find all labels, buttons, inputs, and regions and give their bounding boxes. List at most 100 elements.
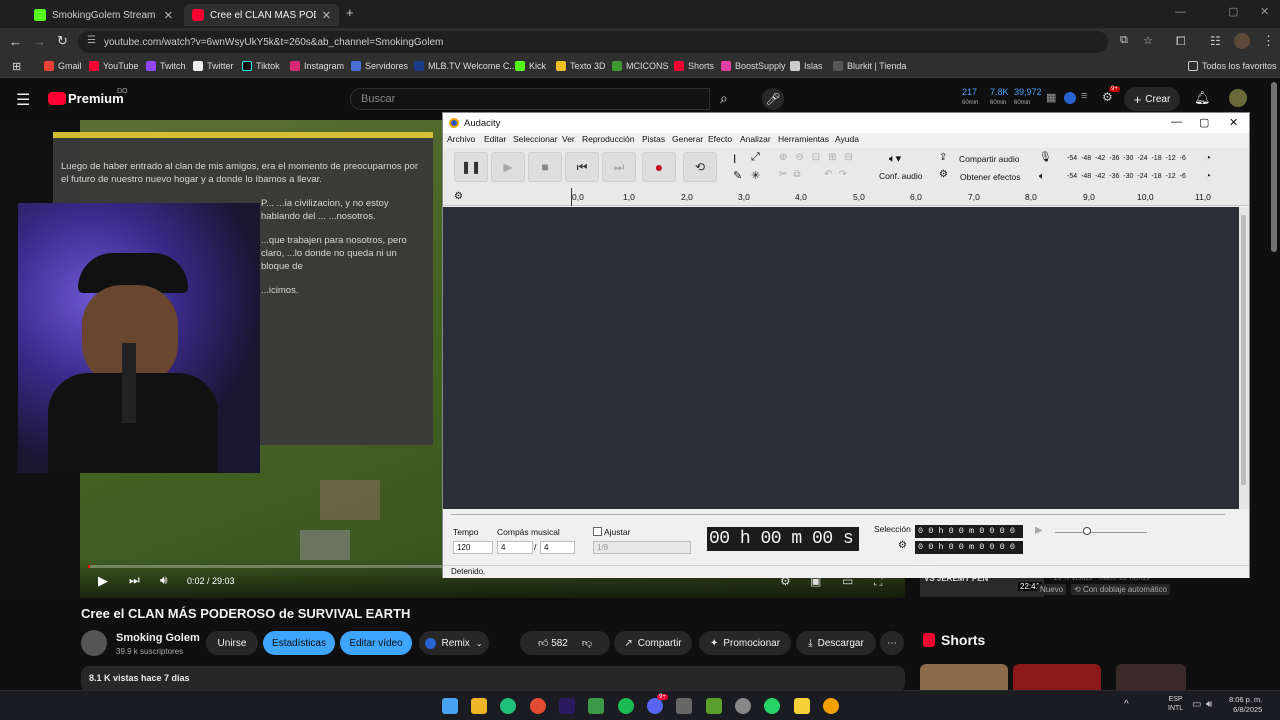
volume-icon[interactable]: 🔊︎: [1206, 699, 1212, 710]
bookmark-gmail[interactable]: Gmail: [44, 61, 82, 71]
pause-button[interactable]: ❚❚: [454, 152, 488, 182]
play-at-speed-icon[interactable]: ▶: [1035, 525, 1043, 536]
list-icon[interactable]: ≡: [1081, 90, 1087, 102]
menu-ayuda[interactable]: Ayuda: [835, 134, 859, 144]
language-indicator[interactable]: ESP INTL: [1168, 695, 1183, 713]
meter-options-icon[interactable]: ◔: [1205, 153, 1211, 164]
bookmark-tiktok[interactable]: Tiktok: [242, 61, 280, 71]
dislike-icon[interactable]: 👎︎: [582, 637, 592, 649]
envelope-tool-icon[interactable]: ⤢: [751, 151, 760, 164]
time-display[interactable]: 00 h 00 m 00 s: [707, 527, 859, 551]
whatsapp-icon[interactable]: [764, 698, 780, 714]
horizontal-scrollbar[interactable]: [451, 514, 1225, 515]
close-window-icon[interactable]: ✕: [1260, 5, 1269, 18]
like-icon[interactable]: 👍︎: [538, 637, 548, 649]
close-tab-icon[interactable]: ✕: [164, 9, 173, 22]
snap-checkbox[interactable]: [593, 527, 602, 536]
maximize-icon[interactable]: ▢: [1228, 5, 1238, 18]
tab-search-icon[interactable]: ☷: [1210, 34, 1221, 48]
audacity-taskbar-icon[interactable]: [823, 698, 839, 714]
selection-start[interactable]: 0 0 h 0 0 m 0 0 0 0 0 s: [915, 525, 1023, 549]
settings-icon[interactable]: [735, 698, 751, 714]
selection-tool-icon[interactable]: I: [733, 152, 736, 166]
edit-video-button[interactable]: Editar vídeo: [340, 631, 412, 655]
bookmark-blurkit[interactable]: Blurkit | Tienda: [833, 61, 906, 71]
close-tab-icon[interactable]: ✕: [322, 9, 331, 22]
extensions-icon[interactable]: ⧠: [1176, 34, 1186, 49]
playback-speed-slider[interactable]: [1055, 532, 1147, 533]
time-signature-denominator[interactable]: 4: [540, 541, 575, 554]
share-button[interactable]: ↗ Compartir: [614, 631, 692, 655]
meter-options-icon-2[interactable]: ◔: [1205, 171, 1211, 182]
menu-ver[interactable]: Ver: [562, 134, 575, 144]
join-button[interactable]: Unirse: [206, 631, 258, 655]
bookmark-texto3d[interactable]: Texto 3D: [556, 61, 606, 71]
bookmark-mlbtv[interactable]: MLB.TV Welcome C...: [414, 61, 517, 71]
tempo-input[interactable]: 120: [453, 541, 493, 554]
search-input[interactable]: Buscar: [350, 88, 710, 110]
bookmark-twitch[interactable]: Twitch: [146, 61, 186, 71]
bookmark-servidores[interactable]: Servidores: [351, 61, 408, 71]
record-meter-scale[interactable]: -54 -48 -42 -36 -30 -24 -18 -12 -6: [1067, 155, 1186, 162]
hamburger-menu-icon[interactable]: ☰: [16, 90, 30, 110]
edit-tools[interactable]: ✂⧉ ↶↷: [779, 169, 853, 180]
chrome-icon[interactable]: [530, 698, 546, 714]
time-signature-numerator[interactable]: 4: [497, 541, 533, 554]
clock[interactable]: 8:06 p. m. 6/8/2025: [1229, 695, 1262, 715]
tab-youtube-video[interactable]: Cree el CLAN MÁS PODEROSO ✕: [184, 4, 339, 26]
create-button[interactable]: + Crear: [1124, 87, 1180, 111]
bookmark-instagram[interactable]: Instagram: [290, 61, 344, 71]
microphone-icon[interactable]: 🎤︎: [762, 88, 784, 110]
youtube-logo-icon[interactable]: [48, 92, 66, 105]
menu-efecto[interactable]: Efecto: [708, 134, 732, 144]
channel-avatar[interactable]: [81, 630, 107, 656]
like-count[interactable]: 582: [551, 638, 568, 649]
bookmark-star-icon[interactable]: ☆: [1143, 34, 1153, 47]
close-window-icon[interactable]: ✕: [1229, 116, 1238, 129]
vidiq-icon[interactable]: [1064, 92, 1076, 104]
discord-icon[interactable]: [647, 698, 663, 714]
bookmark-youtube[interactable]: YouTube: [89, 61, 138, 71]
search-icon[interactable]: ⌕: [720, 90, 728, 107]
volume-icon[interactable]: 🔊︎: [160, 573, 168, 588]
promote-button[interactable]: ✦ Promocionar: [699, 631, 791, 655]
share-audio-button[interactable]: Compartir audio: [959, 154, 1019, 164]
menu-archivo[interactable]: Archivo: [447, 134, 475, 144]
remix-button[interactable]: Remix ⌄: [419, 631, 489, 655]
minecraft-icon[interactable]: [588, 698, 604, 714]
audacity-title-bar[interactable]: Audacity — ▢ ✕: [443, 113, 1249, 133]
snap-select[interactable]: 1/8: [593, 541, 691, 554]
youtube-premium-logo[interactable]: Premium: [68, 91, 124, 106]
menu-analizar[interactable]: Analizar: [740, 134, 771, 144]
address-bar[interactable]: ☰ youtube.com/watch?v=6wnWsyUkY5k&t=260s…: [78, 31, 1153, 53]
download-button[interactable]: ⤓ Descargar: [796, 631, 876, 655]
network-icon[interactable]: ▭: [1192, 699, 1201, 710]
premiere-icon[interactable]: [559, 698, 575, 714]
playback-meter-scale[interactable]: -54 -48 -42 -36 -30 -24 -18 -12 -6: [1067, 173, 1186, 180]
channel-name[interactable]: Smoking Golem: [116, 632, 200, 644]
audacity-window[interactable]: Audacity — ▢ ✕ Archivo Editar Selecciona…: [442, 112, 1250, 578]
selection-end[interactable]: 0 0 h 0 0 m 0 0 0 0 0 s: [915, 541, 1023, 565]
minecraft-launcher-icon[interactable]: [706, 698, 722, 714]
track-vertical-scrollbar[interactable]: [1239, 207, 1249, 509]
analytics-button[interactable]: Estadísticas: [263, 631, 335, 655]
app-icon-2[interactable]: [676, 698, 692, 714]
bookmark-islas[interactable]: Islas: [790, 61, 823, 71]
apps-grid-icon[interactable]: ⊞: [12, 60, 21, 73]
menu-editar[interactable]: Editar: [484, 134, 506, 144]
notes-icon[interactable]: [794, 698, 810, 714]
skip-to-end-button[interactable]: ⏭︎: [602, 152, 636, 182]
selection-settings-icon[interactable]: ⚙: [898, 540, 907, 551]
browser-menu-icon[interactable]: ⋮: [1262, 33, 1275, 49]
track-area[interactable]: [443, 207, 1239, 509]
description-box[interactable]: 8.1 K vistas hace 7 días: [81, 666, 905, 692]
bookmark-mcicons[interactable]: MCICONS: [612, 61, 669, 71]
minimize-icon[interactable]: —: [1171, 116, 1182, 128]
reload-icon[interactable]: ↻: [57, 33, 68, 49]
zoom-tools[interactable]: ⊕⊖⊡⊞⊟: [779, 152, 861, 163]
timeline-ruler[interactable]: ⚙ 0,0 1,0 2,0 3,0 4,0 5,0 6,0 7,0 8,0 9,…: [443, 188, 1249, 206]
back-icon[interactable]: ←: [9, 34, 22, 49]
bookmark-shorts[interactable]: Shorts: [674, 61, 714, 71]
notifications-bell-icon[interactable]: 🔔︎: [1194, 90, 1211, 106]
profile-avatar[interactable]: [1234, 33, 1250, 49]
